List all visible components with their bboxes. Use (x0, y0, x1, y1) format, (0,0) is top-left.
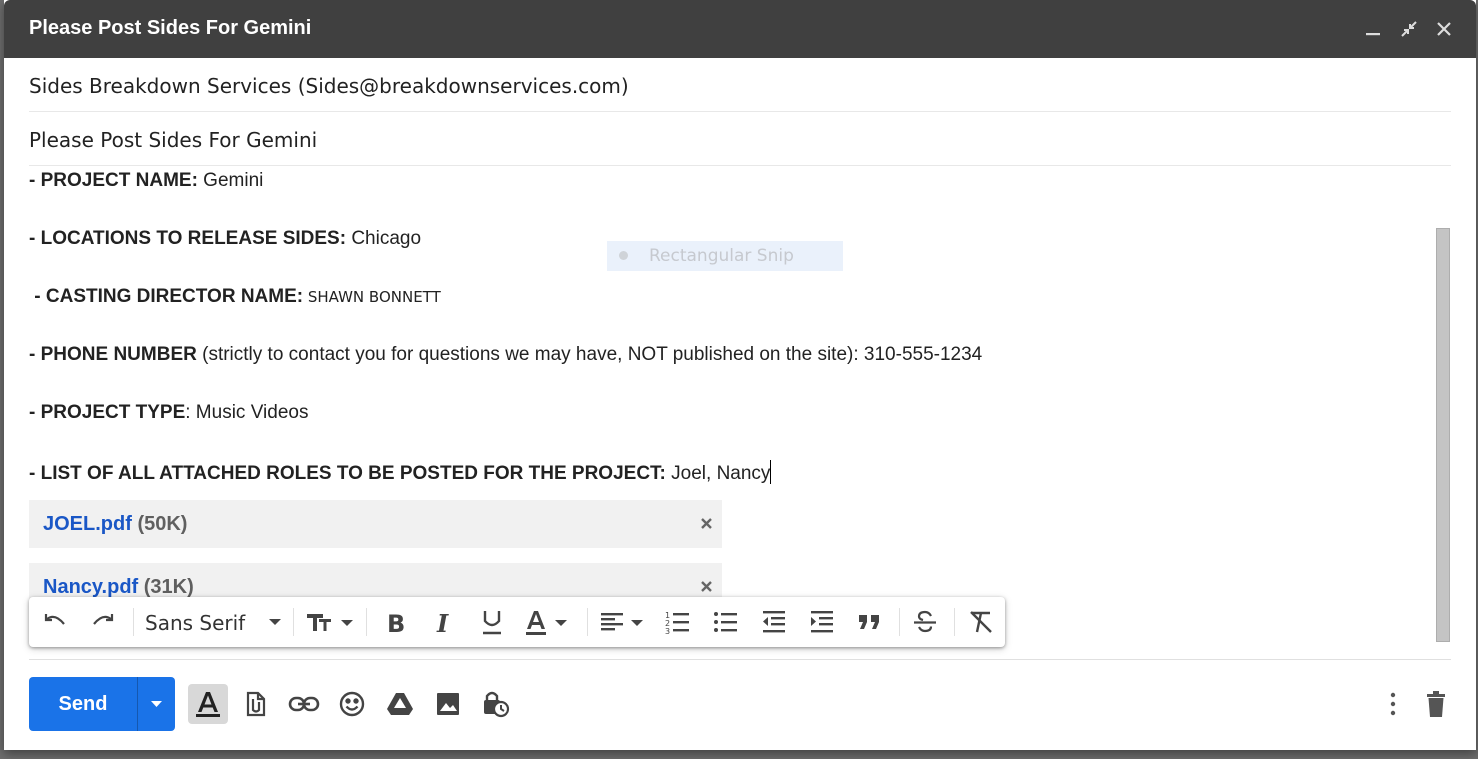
text-cursor (770, 460, 772, 484)
toolbar-separator (366, 608, 367, 636)
recipients-field[interactable]: Sides Breakdown Services (Sides@breakdow… (29, 58, 1451, 112)
minimize-icon[interactable] (1362, 18, 1384, 40)
message-body[interactable]: - PROJECT NAME: Gemini - LOCATIONS TO RE… (29, 166, 1429, 656)
italic-icon[interactable]: I (429, 607, 459, 637)
send-button[interactable]: Send (29, 677, 175, 731)
indent-more-icon[interactable] (807, 607, 837, 637)
formatting-options-icon[interactable] (188, 684, 228, 724)
chevron-down-icon (151, 701, 162, 707)
subject-field[interactable]: Please Post Sides For Gemini (29, 112, 1451, 166)
insert-link-icon[interactable] (284, 684, 324, 724)
underline-icon[interactable] (477, 607, 507, 637)
phone-line: - PHONE NUMBER (strictly to contact you … (29, 344, 983, 365)
remove-attachment-icon[interactable] (697, 513, 717, 533)
attachment-link[interactable]: JOEL.pdf (50K) (43, 513, 187, 536)
send-label[interactable]: Send (29, 677, 137, 731)
font-family-select[interactable]: Sans Serif (145, 611, 245, 635)
remove-attachment-icon[interactable] (697, 576, 717, 596)
bulleted-list-icon[interactable] (711, 607, 741, 637)
compose-divider (29, 659, 1451, 660)
toolbar-separator (293, 608, 294, 636)
remove-formatting-icon[interactable] (966, 607, 996, 637)
strikethrough-icon[interactable] (910, 607, 940, 637)
bold-icon[interactable]: B (381, 607, 411, 637)
emoji-icon[interactable] (332, 684, 372, 724)
drive-icon[interactable] (380, 684, 420, 724)
attachment-link[interactable]: Nancy.pdf (31K) (43, 576, 194, 599)
text-color-icon[interactable] (523, 607, 573, 637)
compose-titlebar[interactable]: Please Post Sides For Gemini (4, 0, 1476, 58)
discard-draft-icon[interactable] (1416, 684, 1456, 724)
snip-label: Rectangular Snip (649, 246, 794, 266)
chevron-down-icon[interactable] (260, 607, 290, 637)
svg-text:I: I (436, 609, 449, 637)
rectangular-snip-overlay: Rectangular Snip (607, 241, 843, 271)
confidential-mode-icon[interactable] (476, 684, 516, 724)
project-type-line: - PROJECT TYPE: Music Videos (29, 402, 309, 423)
toolbar-separator (133, 608, 134, 636)
snip-dot-icon (619, 251, 628, 260)
attach-file-icon[interactable] (236, 684, 276, 724)
compose-window: Please Post Sides For Gemini Sides Break… (4, 0, 1476, 750)
insert-photo-icon[interactable] (428, 684, 468, 724)
redo-icon[interactable] (88, 607, 118, 637)
more-options-icon[interactable] (1373, 684, 1413, 724)
toolbar-separator (899, 608, 900, 636)
locations-line: - LOCATIONS TO RELEASE SIDES: Chicago (29, 228, 422, 249)
font-size-icon[interactable] (305, 607, 355, 637)
body-scrollbar[interactable] (1436, 228, 1450, 642)
svg-text:3: 3 (665, 627, 670, 636)
roles-line: - LIST OF ALL ATTACHED ROLES TO BE POSTE… (29, 460, 772, 485)
toolbar-separator (587, 608, 588, 636)
exit-fullscreen-icon[interactable] (1398, 18, 1420, 40)
undo-icon[interactable] (40, 607, 70, 637)
close-icon[interactable] (1433, 18, 1455, 40)
formatting-toolbar: Sans Serif B I 123 (29, 597, 1005, 647)
font-family-label: Sans Serif (145, 611, 246, 635)
quote-icon[interactable] (855, 607, 885, 637)
numbered-list-icon[interactable]: 123 (663, 607, 693, 637)
recipients-value: Sides Breakdown Services (Sides@breakdow… (29, 74, 629, 98)
attachment-chip[interactable]: JOEL.pdf (50K) (29, 500, 722, 548)
compose-title: Please Post Sides For Gemini (29, 17, 312, 39)
casting-director-line: - CASTING DIRECTOR NAME: SHAWN BONNETT (29, 286, 441, 307)
send-options-button[interactable] (138, 677, 175, 731)
svg-text:B: B (387, 610, 405, 637)
project-name-line: - PROJECT NAME: Gemini (29, 170, 264, 191)
indent-less-icon[interactable] (759, 607, 789, 637)
toolbar-separator (954, 608, 955, 636)
subject-value: Please Post Sides For Gemini (29, 128, 318, 152)
align-icon[interactable] (597, 607, 649, 637)
